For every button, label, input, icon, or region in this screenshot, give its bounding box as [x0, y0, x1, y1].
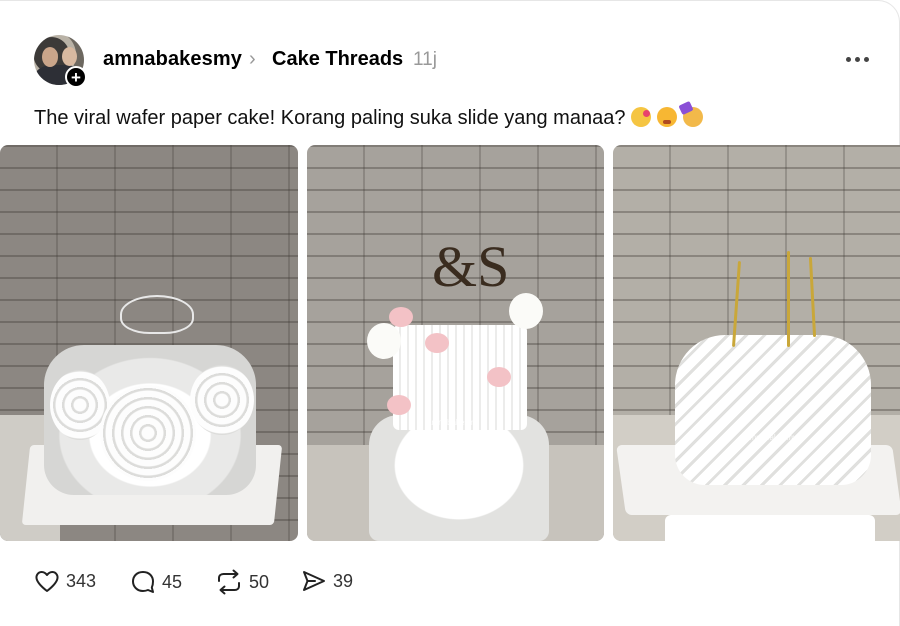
comment-count: 45: [162, 571, 183, 592]
dot: [855, 57, 860, 62]
pink-flower: [487, 367, 511, 387]
wafer-rose: [190, 365, 254, 435]
gold-candle: [787, 251, 790, 347]
like-count: 343: [66, 570, 97, 591]
wafer-rose: [100, 385, 196, 481]
face-with-hand-over-mouth-icon: [657, 107, 678, 127]
post-actions: 343 45 50 39: [34, 569, 534, 597]
ribbon-bow: [120, 295, 194, 334]
community-link[interactable]: Cake Threads: [272, 48, 403, 71]
avatar-face: [42, 47, 58, 67]
post-header: + amnabakesmy › Cake Threads 11j: [34, 35, 874, 88]
cake: [675, 335, 871, 485]
image-watermark: amnabakesmy: [745, 433, 798, 442]
heart-icon: [35, 571, 59, 592]
thread-post-card: + amnabakesmy › Cake Threads 11j The vir…: [0, 0, 900, 626]
send-icon: [303, 571, 325, 591]
post-timestamp[interactable]: 11j: [413, 49, 437, 71]
pink-flower: [387, 395, 411, 415]
share-button[interactable]: 39: [301, 569, 353, 593]
repost-icon: [218, 569, 240, 595]
comment-icon: [132, 571, 154, 593]
repost-button[interactable]: 50: [215, 569, 269, 595]
like-button[interactable]: 343: [34, 569, 96, 593]
chevron-right-icon: ›: [249, 48, 256, 70]
white-flower: [509, 293, 543, 329]
gold-candle: [808, 256, 817, 338]
post-image-3[interactable]: amnabakesmy: [613, 145, 900, 541]
pink-flower: [425, 333, 449, 353]
caption-text: The viral wafer paper cake! Korang palin…: [34, 107, 626, 129]
username-link[interactable]: amnabakesmy: [103, 48, 242, 71]
share-count: 39: [333, 570, 354, 591]
post-image-1[interactable]: [0, 145, 298, 541]
follow-plus-icon[interactable]: +: [65, 66, 87, 88]
dot: [864, 57, 869, 62]
post-image-2[interactable]: &S amnabakesmy: [307, 145, 604, 541]
face-blowing-kiss-icon: [631, 107, 652, 127]
pink-flower: [389, 307, 413, 327]
avatar-face: [62, 47, 77, 66]
cake-topper: &S: [432, 234, 510, 299]
dot: [846, 57, 851, 62]
post-caption: The viral wafer paper cake! Korang palin…: [34, 107, 704, 130]
partying-face-icon: [683, 107, 704, 127]
white-flower: [367, 323, 401, 359]
repost-count: 50: [249, 571, 270, 592]
cake-stand: [665, 515, 875, 541]
image-carousel[interactable]: &S amnabakesmy amnabakesmy: [0, 145, 900, 541]
image-watermark: amnabakesmy: [427, 418, 480, 427]
cake-bottom-tier: [369, 415, 549, 541]
comment-button[interactable]: 45: [130, 569, 182, 595]
more-horizontal-icon[interactable]: [846, 57, 872, 65]
